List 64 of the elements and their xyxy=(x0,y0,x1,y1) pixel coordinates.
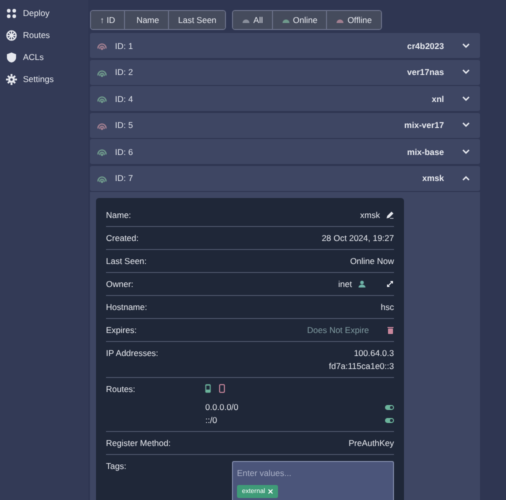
node-row[interactable]: ID: 7 xmsk xyxy=(90,166,480,190)
node-row[interactable]: ID: 2 ver17nas xyxy=(90,60,480,84)
field-value: 100.64.0.3 xyxy=(354,348,394,358)
filter-button[interactable]: Offline xyxy=(326,11,381,29)
chevron-icon[interactable] xyxy=(462,148,470,154)
chevron-icon[interactable] xyxy=(462,96,470,102)
sort-button[interactable]: Last Seen xyxy=(168,11,226,29)
sidebar-item[interactable]: Deploy xyxy=(0,2,88,24)
close-icon[interactable] xyxy=(268,489,274,494)
node-name: mix-base xyxy=(407,146,444,156)
node-name: xmsk xyxy=(422,173,444,183)
edit-icon[interactable] xyxy=(386,211,394,219)
toggle-switch[interactable] xyxy=(385,404,394,410)
field-label: Owner: xyxy=(106,279,134,289)
phone-icon[interactable] xyxy=(205,384,212,393)
trash-icon[interactable] xyxy=(387,326,394,334)
field-value: Online Now xyxy=(350,256,394,266)
field-value: Does Not Expire xyxy=(307,325,369,335)
node-row[interactable]: ID: 4 xnl xyxy=(90,86,480,111)
field-label: Expires: xyxy=(106,325,137,335)
sidebar-item[interactable]: Routes xyxy=(0,24,88,46)
field-value: hsc xyxy=(380,302,394,312)
field-label: IP Addresses: xyxy=(106,348,158,358)
node-row[interactable]: ID: 1 cr4b2023 xyxy=(90,33,480,58)
field-value: 28 Oct 2024, 19:27 xyxy=(322,233,394,243)
swap-icon[interactable] xyxy=(386,280,394,288)
settings-icon xyxy=(6,74,17,84)
field-value: fd7a:115ca1e0::3 xyxy=(328,361,394,371)
field-label: Created: xyxy=(106,233,139,243)
field-value: xmsk xyxy=(360,210,380,220)
toggle-switch[interactable] xyxy=(385,418,394,422)
user-icon[interactable] xyxy=(358,280,366,288)
node-row[interactable]: ID: 5 mix-ver17 xyxy=(90,112,480,138)
node-name: xnl xyxy=(432,94,444,104)
sidebar-item[interactable]: Settings xyxy=(0,68,88,90)
node-name: mix-ver17 xyxy=(404,120,444,130)
chevron-icon[interactable] xyxy=(462,175,470,181)
node-id: ID: 6 xyxy=(115,146,134,156)
chevron-icon[interactable] xyxy=(462,69,470,75)
field-label: Name: xyxy=(106,210,132,220)
node-id: ID: 1 xyxy=(115,40,134,50)
chevron-icon[interactable] xyxy=(462,122,470,128)
node-name: ver17nas xyxy=(407,67,444,77)
node-row[interactable]: ID: 6 mix-base xyxy=(90,139,480,164)
node-id: ID: 2 xyxy=(115,67,134,77)
field-label: Tags: xyxy=(106,461,126,471)
field-label: Register Method: xyxy=(106,438,171,448)
field-label: Hostname: xyxy=(106,302,148,312)
sidebar-item[interactable]: ACLs xyxy=(0,46,88,68)
field-value: PreAuthKey xyxy=(348,438,394,448)
field-label: Routes: xyxy=(106,384,136,394)
node-id: ID: 7 xyxy=(115,173,134,183)
field-label: Last Seen: xyxy=(106,256,147,266)
nodes-icon xyxy=(6,8,17,18)
field-value: inet xyxy=(338,279,352,289)
route-prefix: 0.0.0.0/0 xyxy=(205,402,238,412)
phone-icon[interactable] xyxy=(219,384,226,393)
node-id: ID: 4 xyxy=(115,94,134,104)
route-prefix: ::/0 xyxy=(205,415,218,425)
chevron-icon[interactable] xyxy=(462,42,470,48)
node-id: ID: 5 xyxy=(115,120,134,130)
wheel-icon xyxy=(6,30,17,40)
node-name: cr4b2023 xyxy=(407,40,444,50)
shield-icon xyxy=(6,52,17,62)
